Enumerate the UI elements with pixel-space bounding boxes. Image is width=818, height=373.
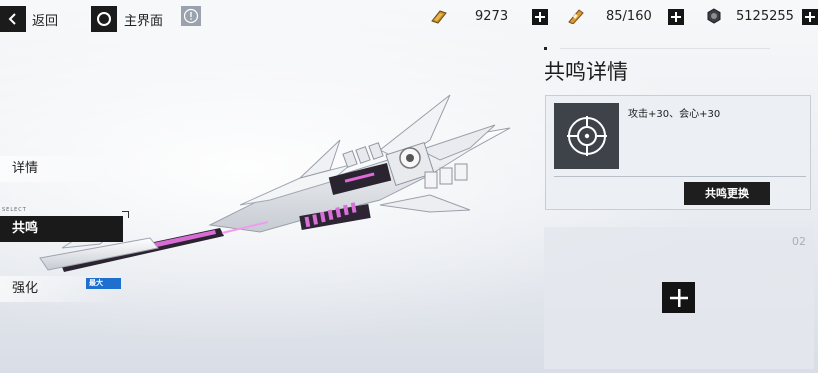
panel-title: 共鸣详情 (544, 60, 628, 84)
plus-icon (805, 12, 815, 22)
stamina-battery-icon (568, 9, 584, 24)
resonance-effect: 攻击+30、会心+30 (628, 109, 721, 120)
change-resonance-button[interactable]: 共鸣更换 (684, 182, 770, 205)
back-label[interactable]: 返回 (32, 10, 58, 29)
menu-item-resonance[interactable]: 共鸣 (0, 216, 123, 242)
max-level-badge: 最大 (86, 278, 121, 289)
card-divider (554, 176, 806, 177)
add-coin-button[interactable] (802, 9, 818, 25)
coin-count: 5125255 (736, 9, 794, 24)
home-label[interactable]: 主界面 (124, 10, 163, 29)
menu-item-details[interactable]: 详情 (0, 156, 118, 182)
home-circle-icon (97, 12, 111, 26)
resonance-slot-1: 攻击+30、会心+30 共鸣更换 (545, 95, 811, 210)
chevron-left-icon (8, 13, 16, 25)
add-stamina-button[interactable] (668, 9, 684, 25)
info-button[interactable] (181, 6, 201, 26)
title-dot (544, 47, 547, 50)
coin-icon (707, 8, 721, 24)
selection-corner (122, 211, 129, 218)
stamina-count: 85/160 (606, 9, 652, 24)
select-tag: SELECT (2, 207, 27, 213)
gold-bar-icon (431, 10, 447, 24)
add-resonance-button[interactable] (662, 282, 695, 313)
home-button[interactable] (91, 6, 117, 32)
title-divider (560, 48, 770, 49)
top-bar: 返回 主界面 9273 85/160 5125255 (0, 0, 818, 34)
back-button[interactable] (0, 6, 26, 32)
crosshair-icon (566, 116, 607, 156)
plus-icon (671, 12, 681, 22)
slot-number: 02 (792, 235, 806, 248)
plus-icon (535, 12, 545, 22)
gold-count: 9273 (475, 9, 509, 24)
plus-icon (669, 288, 688, 307)
resonance-slot-2[interactable]: 02 (544, 227, 814, 369)
resonance-skill-icon[interactable] (554, 103, 619, 169)
exclamation-icon (183, 8, 199, 24)
add-gold-button[interactable] (532, 9, 548, 25)
